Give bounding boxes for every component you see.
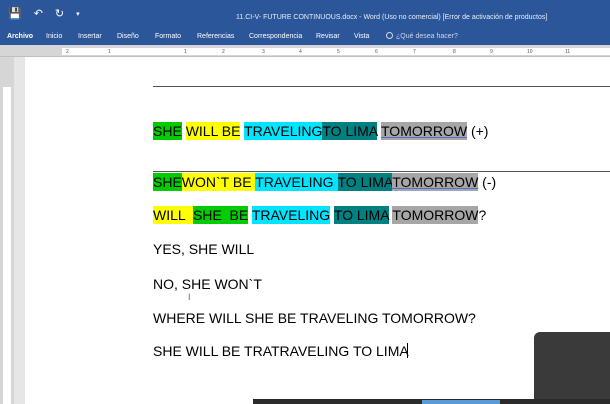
vertical-ruler[interactable]	[0, 57, 14, 404]
text-cursor	[407, 343, 408, 358]
tell-me-box[interactable]: ¿Qué desea hacer?	[386, 32, 458, 40]
tab-correspondencia[interactable]: Correspondencia	[249, 33, 302, 40]
subject-word: SHE BE	[192, 206, 249, 224]
subject-word: SHE	[153, 173, 182, 191]
subject-word: SHE	[153, 122, 182, 140]
verb-word: TRAVELING	[251, 206, 331, 224]
time-word: TOMORROW	[392, 206, 479, 224]
tab-referencias[interactable]: Referencias	[197, 33, 234, 40]
question-mark: ?	[478, 207, 487, 223]
verb-word: TRAVELING	[244, 122, 323, 140]
wh-answer[interactable]: SHE WILL BE TRATRAVELING TO LIMA	[153, 342, 409, 360]
overlay-panel	[534, 332, 610, 404]
ruler-number: 7	[413, 49, 416, 55]
horizontal-line	[153, 171, 610, 172]
horizontal-ruler[interactable]: 2 1 1 2 3 4 5 6 7 8 9 10 11	[0, 45, 610, 57]
ruler-number: 2	[66, 49, 69, 55]
tab-revisar[interactable]: Revisar	[316, 33, 340, 40]
ruler-number: 1	[184, 49, 187, 55]
tab-archivo[interactable]: Archivo	[7, 33, 33, 40]
customize-icon[interactable]: ▾	[76, 9, 80, 20]
title-bar: 💾 ↶ ↻ ▾ 11.CI-V- FUTURE CONTINUOUS.docx …	[0, 0, 610, 29]
bottom-bar-accent	[422, 400, 500, 404]
verb-word: TRAVELING	[255, 173, 334, 191]
save-icon[interactable]: 💾	[8, 9, 22, 20]
complement-word: TO LIMA	[333, 206, 389, 224]
short-answer-no[interactable]: NO, SHE WON`T	[153, 275, 262, 293]
tab-diseno[interactable]: Diseño	[117, 33, 139, 40]
auxiliary-word: WILL	[153, 206, 193, 224]
verb-gap	[333, 173, 338, 191]
tab-formato[interactable]: Formato	[155, 33, 181, 40]
ruler-number: 2	[222, 49, 225, 55]
ribbon-tabs: Archivo Inicio Insertar Diseño Formato R…	[0, 29, 610, 45]
sign-label: (+)	[467, 123, 489, 139]
ruler-number: 9	[490, 49, 493, 55]
ruler-number: 4	[299, 49, 302, 55]
wh-question[interactable]: WHERE WILL SHE BE TRAVELING TOMORROW?	[153, 309, 476, 327]
redo-icon[interactable]: ↻	[55, 9, 64, 20]
window-title: 11.CI-V- FUTURE CONTINUOUS.docx - Word (…	[236, 14, 548, 21]
time-word: TOMORROW	[381, 122, 468, 140]
tell-me-label: ¿Qué desea hacer?	[396, 33, 458, 40]
quick-access-toolbar: 💾 ↶ ↻ ▾	[8, 9, 80, 20]
sign-label: (-)	[478, 174, 497, 190]
lightbulb-icon	[386, 32, 393, 39]
short-answer-yes[interactable]: YES, SHE WILL	[153, 240, 254, 258]
auxiliary-word: WON`T BE	[181, 173, 256, 191]
ruler-number: 6	[375, 49, 378, 55]
ruler-number: 11	[565, 49, 571, 55]
sentence-affirmative[interactable]: SHE WILL BE TRAVELINGTO LIMA TOMORROW (+…	[153, 122, 488, 140]
ruler-number: 1	[108, 49, 111, 55]
complement-word: TO LIMA	[322, 122, 378, 140]
tab-insertar[interactable]: Insertar	[78, 33, 102, 40]
ruler-number: 3	[262, 49, 265, 55]
ruler-number: 10	[527, 49, 533, 55]
complement-word: TO LIMA	[337, 173, 393, 191]
auxiliary-word: WILL BE	[185, 122, 241, 140]
vruler-text-area	[3, 87, 11, 404]
tab-vista[interactable]: Vista	[354, 33, 369, 40]
undo-icon[interactable]: ↶	[34, 9, 43, 20]
ibeam-pointer-icon: I	[188, 292, 191, 302]
horizontal-line	[153, 86, 610, 87]
time-word: TOMORROW	[392, 173, 479, 191]
sentence-question[interactable]: WILL SHE BE TRAVELING TO LIMA TOMORROW?	[153, 206, 486, 224]
ruler-number: 8	[453, 49, 456, 55]
ruler-number: 5	[337, 49, 340, 55]
tab-inicio[interactable]: Inicio	[46, 33, 62, 40]
sentence-negative[interactable]: SHEWON`T BE TRAVELING TO LIMATOMORROW (-)	[153, 173, 496, 191]
